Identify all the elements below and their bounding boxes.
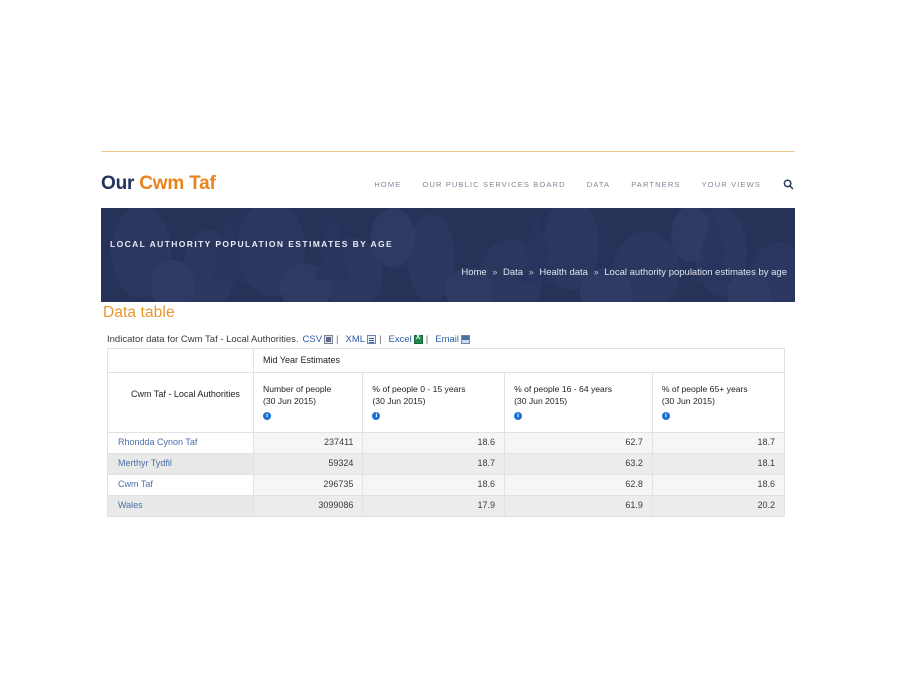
cell-value: 18.7 xyxy=(363,454,505,475)
column-title: % of people 65+ years xyxy=(662,383,778,395)
column-header-number-of-people: Number of people (30 Jun 2015) xyxy=(254,373,363,433)
column-title: % of people 16 - 64 years xyxy=(514,383,646,395)
cell-value: 237411 xyxy=(254,433,363,454)
cell-value: 17.9 xyxy=(363,496,505,517)
cell-value: 18.6 xyxy=(652,475,784,496)
breadcrumb-item-health-data[interactable]: Health data xyxy=(539,267,588,278)
table-body: Rhondda Cynon Taf 237411 18.6 62.7 18.7 … xyxy=(108,433,785,517)
cell-value: 61.9 xyxy=(505,496,653,517)
row-label-wales[interactable]: Wales xyxy=(108,496,254,517)
table-row: Rhondda Cynon Taf 237411 18.6 62.7 18.7 xyxy=(108,433,785,454)
export-separator: | xyxy=(426,334,428,345)
export-csv-link[interactable]: CSV xyxy=(303,334,323,345)
banner-title: LOCAL AUTHORITY POPULATION ESTIMATES BY … xyxy=(110,239,393,249)
info-icon[interactable] xyxy=(514,412,522,420)
export-xml-link[interactable]: XML xyxy=(346,334,366,345)
table-row: Cwm Taf 296735 18.6 62.8 18.6 xyxy=(108,475,785,496)
nav-item-home[interactable]: HOME xyxy=(374,180,401,189)
row-label-rhondda-cynon-taf[interactable]: Rhondda Cynon Taf xyxy=(108,433,254,454)
column-title: % of people 0 - 15 years xyxy=(372,383,498,395)
site-header: Our Cwm Taf HOME OUR PUBLIC SERVICES BOA… xyxy=(101,160,795,208)
indicator-description: Indicator data for Cwm Taf - Local Autho… xyxy=(107,334,299,345)
page-root: Our Cwm Taf HOME OUR PUBLIC SERVICES BOA… xyxy=(0,0,900,675)
export-excel-link[interactable]: Excel xyxy=(389,334,412,345)
column-title: Number of people xyxy=(263,383,356,395)
breadcrumb-item-data[interactable]: Data xyxy=(503,267,523,278)
export-separator: | xyxy=(379,334,381,345)
cell-value: 63.2 xyxy=(505,454,653,475)
info-icon[interactable] xyxy=(372,412,380,420)
cell-value: 296735 xyxy=(254,475,363,496)
breadcrumb-item-home[interactable]: Home xyxy=(461,267,486,278)
row-label-cwm-taf[interactable]: Cwm Taf xyxy=(108,475,254,496)
page-banner: LOCAL AUTHORITY POPULATION ESTIMATES BY … xyxy=(101,208,795,302)
site-logo[interactable]: Our Cwm Taf xyxy=(101,173,216,195)
info-icon[interactable] xyxy=(662,412,670,420)
table-head: Mid Year Estimates Cwm Taf - Local Autho… xyxy=(108,349,785,433)
nav-item-data[interactable]: DATA xyxy=(587,180,611,189)
cell-value: 62.8 xyxy=(505,475,653,496)
row-label-merthyr-tydfil[interactable]: Merthyr Tydfil xyxy=(108,454,254,475)
column-subtitle: (30 Jun 2015) xyxy=(372,395,498,407)
cell-value: 20.2 xyxy=(652,496,784,517)
logo-primary-text: Our xyxy=(101,173,134,194)
indicator-export-bar: Indicator data for Cwm Taf - Local Autho… xyxy=(107,334,470,345)
email-icon[interactable] xyxy=(461,335,470,344)
nav-item-our-public-services-board[interactable]: OUR PUBLIC SERVICES BOARD xyxy=(422,180,565,189)
breadcrumb-item-current: Local authority population estimates by … xyxy=(604,267,787,278)
export-email-link[interactable]: Email xyxy=(435,334,459,345)
table-row: Wales 3099086 17.9 61.9 20.2 xyxy=(108,496,785,517)
nav-item-partners[interactable]: PARTNERS xyxy=(631,180,680,189)
export-separator: | xyxy=(336,334,338,345)
page-title: Data table xyxy=(103,304,175,322)
excel-file-icon[interactable] xyxy=(414,335,423,344)
group-header-spacer xyxy=(108,349,254,373)
table-column-header-row: Cwm Taf - Local Authorities Number of pe… xyxy=(108,373,785,433)
xml-file-icon[interactable] xyxy=(367,335,376,344)
header-top-rule xyxy=(101,151,795,152)
table-group-header-row: Mid Year Estimates xyxy=(108,349,785,373)
breadcrumb-separator: » xyxy=(594,267,599,277)
banner-tree-pattern-icon xyxy=(101,208,795,302)
column-subtitle: (30 Jun 2015) xyxy=(263,395,356,407)
search-icon[interactable] xyxy=(783,179,794,190)
main-navigation: HOME OUR PUBLIC SERVICES BOARD DATA PART… xyxy=(374,179,795,190)
column-header-pct-0-15: % of people 0 - 15 years (30 Jun 2015) xyxy=(363,373,505,433)
cell-value: 59324 xyxy=(254,454,363,475)
column-header-pct-65-plus: % of people 65+ years (30 Jun 2015) xyxy=(652,373,784,433)
csv-file-icon[interactable] xyxy=(324,335,333,344)
cell-value: 18.7 xyxy=(652,433,784,454)
column-header-row-label: Cwm Taf - Local Authorities xyxy=(108,373,254,433)
cell-value: 18.6 xyxy=(363,475,505,496)
data-table: Mid Year Estimates Cwm Taf - Local Autho… xyxy=(107,348,785,517)
column-subtitle: (30 Jun 2015) xyxy=(514,395,646,407)
info-icon[interactable] xyxy=(263,412,271,420)
table-row: Merthyr Tydfil 59324 18.7 63.2 18.1 xyxy=(108,454,785,475)
column-header-pct-16-64: % of people 16 - 64 years (30 Jun 2015) xyxy=(505,373,653,433)
breadcrumb-separator: » xyxy=(492,267,497,277)
breadcrumb-separator: » xyxy=(529,267,534,277)
cell-value: 18.1 xyxy=(652,454,784,475)
column-subtitle: (30 Jun 2015) xyxy=(662,395,778,407)
breadcrumb: Home » Data » Health data » Local author… xyxy=(461,267,787,278)
cell-value: 18.6 xyxy=(363,433,505,454)
group-header-mid-year-estimates: Mid Year Estimates xyxy=(254,349,785,373)
cell-value: 62.7 xyxy=(505,433,653,454)
cell-value: 3099086 xyxy=(254,496,363,517)
nav-item-your-views[interactable]: YOUR VIEWS xyxy=(702,180,761,189)
logo-accent-text: Cwm Taf xyxy=(139,173,215,194)
